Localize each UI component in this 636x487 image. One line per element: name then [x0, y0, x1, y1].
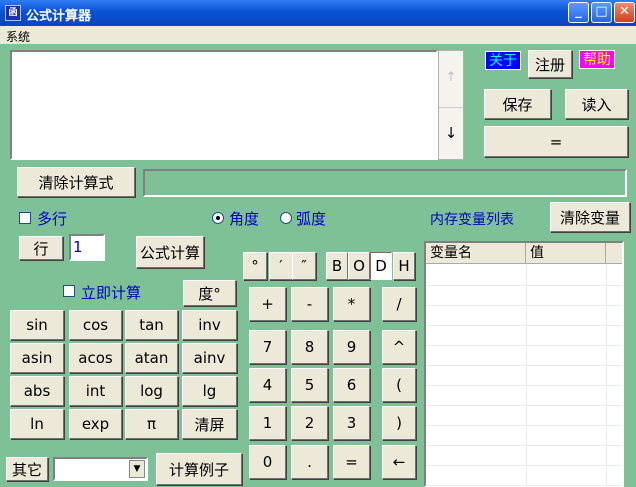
angle-symbol-button[interactable]: °	[243, 252, 267, 280]
scroll-up-icon[interactable]: ↑	[439, 53, 463, 103]
function-key[interactable]: sin	[10, 310, 64, 340]
function-key[interactable]: cos	[69, 310, 122, 340]
window-title: 公式计算器	[26, 9, 92, 24]
table-row-line	[426, 325, 622, 326]
other-select[interactable]: ▼	[53, 457, 148, 481]
function-key[interactable]: log	[125, 376, 178, 406]
table-column-line	[526, 265, 527, 485]
degree-label: 角度	[229, 210, 260, 228]
function-key[interactable]: atan	[125, 343, 178, 373]
table-row-line	[426, 445, 622, 446]
function-key[interactable]: acos	[69, 343, 122, 373]
table-row-line	[426, 285, 622, 286]
number-key[interactable]: -	[291, 287, 328, 321]
memory-variable-table[interactable]: 变量名 值	[424, 241, 624, 487]
base-o-button[interactable]: O	[348, 252, 370, 280]
expression-textarea[interactable]	[10, 50, 438, 160]
close-button[interactable]: ✕	[614, 2, 635, 23]
number-key[interactable]: 7	[249, 330, 286, 364]
angle-symbol-button[interactable]: ″	[292, 252, 316, 280]
table-row-line	[426, 345, 622, 346]
function-key[interactable]: abs	[10, 376, 64, 406]
column-header-name[interactable]: 变量名	[426, 243, 526, 264]
row-input[interactable]: 1	[69, 234, 105, 261]
instant-calc-label: 立即计算	[81, 284, 142, 302]
row-button[interactable]: 行	[19, 236, 63, 260]
memory-list-label: 内存变量列表	[430, 212, 514, 228]
equals-top-button[interactable]: =	[484, 126, 628, 157]
load-button[interactable]: 读入	[565, 89, 628, 119]
number-key[interactable]: 9	[333, 330, 370, 364]
title-bar: 函 公式计算器 _ □ ✕	[0, 0, 636, 26]
examples-button[interactable]: 计算例子	[156, 453, 242, 485]
function-key[interactable]: ainv	[182, 343, 237, 373]
about-button[interactable]: 关于	[485, 51, 521, 70]
number-key[interactable]: +	[249, 287, 286, 321]
register-button[interactable]: 注册	[528, 50, 572, 78]
table-row-line	[426, 365, 622, 366]
number-key[interactable]: =	[333, 445, 370, 479]
number-key[interactable]: 8	[291, 330, 328, 364]
help-button[interactable]: 帮助	[579, 50, 615, 69]
menu-system[interactable]: 系统	[6, 28, 30, 45]
clear-expression-button[interactable]: 清除计算式	[17, 167, 135, 197]
radian-radio[interactable]	[280, 212, 292, 224]
app-icon: 函	[5, 5, 21, 21]
function-key[interactable]: lg	[182, 376, 237, 406]
number-key[interactable]: ^	[382, 330, 416, 364]
table-row-line	[426, 305, 622, 306]
number-key[interactable]: 4	[249, 368, 286, 402]
function-key[interactable]: π	[125, 409, 178, 439]
degree-symbol-button[interactable]: 度°	[183, 280, 236, 306]
number-key[interactable]: /	[382, 287, 416, 321]
number-key[interactable]: 3	[333, 406, 370, 440]
number-key[interactable]: (	[382, 368, 416, 402]
column-header-filler	[606, 243, 622, 264]
number-key[interactable]: 0	[249, 445, 286, 479]
clear-variables-button[interactable]: 清除变量	[550, 202, 630, 232]
table-row-line	[426, 465, 622, 466]
number-key[interactable]: 1	[249, 406, 286, 440]
radian-label: 弧度	[296, 210, 327, 228]
multiline-label: 多行	[37, 210, 68, 228]
degree-radio[interactable]	[212, 212, 224, 224]
expression-scrollbar[interactable]: ↑ ↓	[438, 50, 464, 160]
multiline-checkbox[interactable]	[19, 212, 31, 224]
function-key[interactable]: asin	[10, 343, 64, 373]
table-column-line	[606, 265, 607, 485]
number-key[interactable]: *	[333, 287, 370, 321]
number-key[interactable]: 6	[333, 368, 370, 402]
table-row-line	[426, 385, 622, 386]
formula-calc-button[interactable]: 公式计算	[136, 236, 204, 268]
number-key[interactable]: ←	[382, 445, 416, 479]
function-key[interactable]: tan	[125, 310, 178, 340]
function-key[interactable]: 清屏	[182, 409, 237, 439]
save-button[interactable]: 保存	[484, 89, 551, 119]
menu-bar: 系统	[0, 26, 636, 44]
result-field	[143, 169, 627, 197]
function-key[interactable]: int	[69, 376, 122, 406]
function-key[interactable]: inv	[182, 310, 237, 340]
number-key[interactable]: 5	[291, 368, 328, 402]
other-button[interactable]: 其它	[6, 457, 48, 481]
maximize-button[interactable]: □	[591, 2, 612, 23]
scroll-down-icon[interactable]: ↓	[439, 107, 463, 157]
number-key[interactable]: .	[291, 445, 328, 479]
function-key[interactable]: exp	[69, 409, 122, 439]
table-row-line	[426, 485, 622, 486]
table-row-line	[426, 405, 622, 406]
base-d-button[interactable]: D	[370, 252, 392, 280]
instant-calc-checkbox[interactable]	[63, 285, 75, 297]
table-row-line	[426, 425, 622, 426]
base-h-button[interactable]: H	[393, 252, 415, 280]
base-b-button[interactable]: B	[326, 252, 348, 280]
column-header-value[interactable]: 值	[526, 243, 606, 264]
table-body	[426, 265, 622, 486]
number-key[interactable]: 2	[291, 406, 328, 440]
function-key[interactable]: ln	[10, 409, 64, 439]
chevron-down-icon[interactable]: ▼	[129, 460, 145, 478]
number-key[interactable]: )	[382, 406, 416, 440]
minimize-button[interactable]: _	[568, 2, 589, 23]
angle-symbol-button[interactable]: ′	[269, 252, 293, 280]
